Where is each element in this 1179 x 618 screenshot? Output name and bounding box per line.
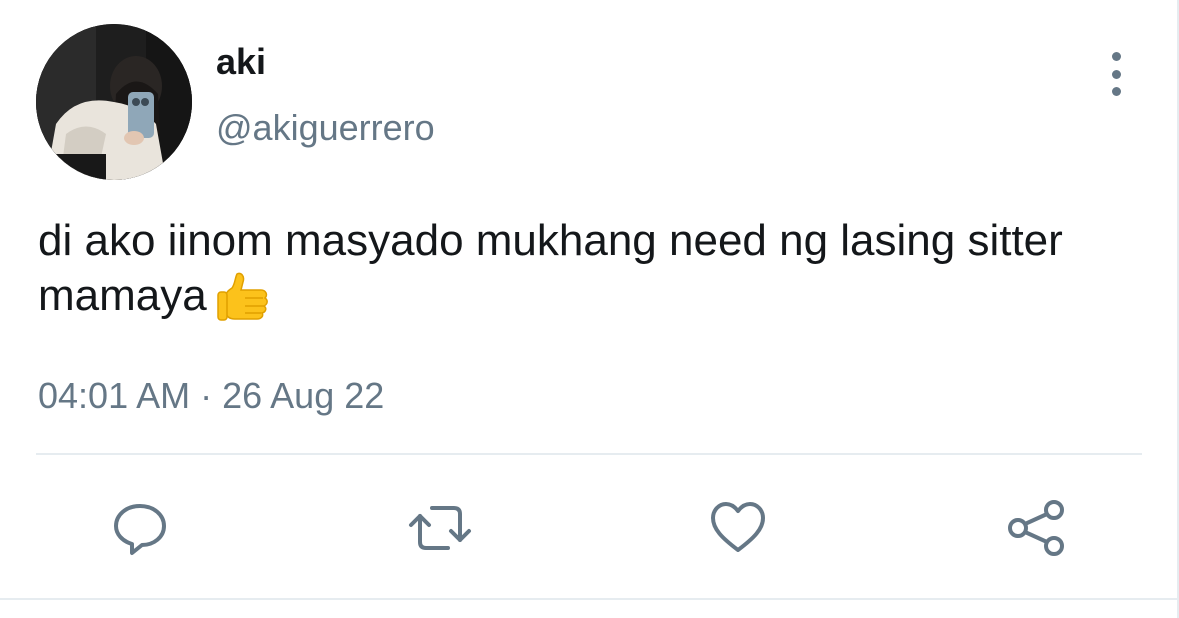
tweet-text: di ako iinom masyado mukhang need ng las…: [38, 214, 1138, 337]
tweet-card: aki @akiguerrero di ako iinom masyado mu…: [0, 0, 1179, 618]
more-options-icon: [1111, 52, 1121, 61]
like-icon: [711, 502, 765, 552]
reply-icon: [114, 504, 166, 555]
tweet-body: di ako iinom masyado mukhang need ng las…: [38, 216, 1063, 320]
avatar[interactable]: [36, 24, 192, 180]
reply-button[interactable]: [108, 496, 172, 560]
divider: [36, 453, 1142, 455]
retweet-button[interactable]: [408, 496, 472, 560]
more-options-dot: [1111, 87, 1121, 96]
share-icon: [1008, 500, 1064, 556]
display-name[interactable]: aki: [216, 40, 266, 84]
share-button[interactable]: [1004, 496, 1068, 560]
retweet-icon: [409, 506, 471, 550]
tweet-timestamp[interactable]: 04:01 AM · 26 Aug 22: [38, 374, 384, 418]
profile-photo: [36, 24, 192, 180]
card-bottom-border: [0, 598, 1179, 600]
thumbs-up-emoji: [215, 268, 271, 337]
more-options-dot: [1111, 69, 1121, 79]
user-handle[interactable]: @akiguerrero: [216, 106, 435, 150]
more-options-button[interactable]: [1096, 52, 1136, 96]
like-button[interactable]: [706, 496, 770, 560]
